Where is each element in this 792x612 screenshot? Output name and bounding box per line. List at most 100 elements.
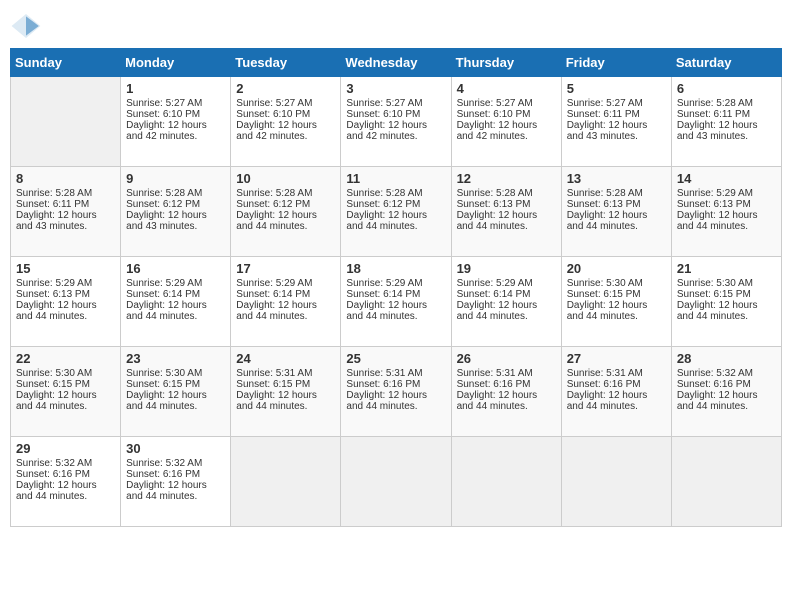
calendar-cell <box>451 437 561 527</box>
calendar-cell <box>561 437 671 527</box>
daylight-text: Daylight: 12 hours and 44 minutes. <box>457 390 538 412</box>
sunrise-text: Sunrise: 5:31 AM <box>236 368 312 379</box>
daylight-text: Daylight: 12 hours and 42 minutes. <box>346 120 427 142</box>
day-number: 18 <box>346 261 445 276</box>
daylight-text: Daylight: 12 hours and 44 minutes. <box>677 390 758 412</box>
sunrise-text: Sunrise: 5:29 AM <box>677 188 753 199</box>
sunset-text: Sunset: 6:14 PM <box>236 289 310 300</box>
day-number: 22 <box>16 351 115 366</box>
week-row-2: 8Sunrise: 5:28 AMSunset: 6:11 PMDaylight… <box>11 167 782 257</box>
day-number: 25 <box>346 351 445 366</box>
sunrise-text: Sunrise: 5:28 AM <box>16 188 92 199</box>
header-day-thursday: Thursday <box>451 49 561 77</box>
sunset-text: Sunset: 6:14 PM <box>346 289 420 300</box>
sunset-text: Sunset: 6:12 PM <box>126 199 200 210</box>
sunrise-text: Sunrise: 5:27 AM <box>346 98 422 109</box>
sunrise-text: Sunrise: 5:28 AM <box>346 188 422 199</box>
daylight-text: Daylight: 12 hours and 44 minutes. <box>567 210 648 232</box>
daylight-text: Daylight: 12 hours and 44 minutes. <box>677 210 758 232</box>
daylight-text: Daylight: 12 hours and 44 minutes. <box>236 300 317 322</box>
daylight-text: Daylight: 12 hours and 44 minutes. <box>126 300 207 322</box>
week-row-4: 22Sunrise: 5:30 AMSunset: 6:15 PMDayligh… <box>11 347 782 437</box>
daylight-text: Daylight: 12 hours and 44 minutes. <box>236 210 317 232</box>
calendar-header-row: SundayMondayTuesdayWednesdayThursdayFrid… <box>11 49 782 77</box>
day-number: 23 <box>126 351 225 366</box>
daylight-text: Daylight: 12 hours and 42 minutes. <box>126 120 207 142</box>
calendar-cell <box>341 437 451 527</box>
calendar-cell: 9Sunrise: 5:28 AMSunset: 6:12 PMDaylight… <box>121 167 231 257</box>
day-number: 1 <box>126 81 225 96</box>
page-header <box>10 10 782 42</box>
sunset-text: Sunset: 6:10 PM <box>236 109 310 120</box>
daylight-text: Daylight: 12 hours and 43 minutes. <box>16 210 97 232</box>
day-number: 4 <box>457 81 556 96</box>
daylight-text: Daylight: 12 hours and 44 minutes. <box>16 300 97 322</box>
sunset-text: Sunset: 6:15 PM <box>126 379 200 390</box>
sunset-text: Sunset: 6:15 PM <box>677 289 751 300</box>
sunset-text: Sunset: 6:10 PM <box>457 109 531 120</box>
sunrise-text: Sunrise: 5:29 AM <box>16 278 92 289</box>
calendar-cell: 27Sunrise: 5:31 AMSunset: 6:16 PMDayligh… <box>561 347 671 437</box>
sunrise-text: Sunrise: 5:31 AM <box>457 368 533 379</box>
sunset-text: Sunset: 6:16 PM <box>16 469 90 480</box>
calendar-cell: 10Sunrise: 5:28 AMSunset: 6:12 PMDayligh… <box>231 167 341 257</box>
sunrise-text: Sunrise: 5:29 AM <box>126 278 202 289</box>
calendar-cell: 2Sunrise: 5:27 AMSunset: 6:10 PMDaylight… <box>231 77 341 167</box>
day-number: 11 <box>346 171 445 186</box>
sunset-text: Sunset: 6:15 PM <box>567 289 641 300</box>
sunset-text: Sunset: 6:16 PM <box>457 379 531 390</box>
daylight-text: Daylight: 12 hours and 44 minutes. <box>457 300 538 322</box>
day-number: 8 <box>16 171 115 186</box>
calendar-cell <box>671 437 781 527</box>
calendar-cell <box>231 437 341 527</box>
day-number: 30 <box>126 441 225 456</box>
header-day-tuesday: Tuesday <box>231 49 341 77</box>
day-number: 16 <box>126 261 225 276</box>
logo-icon <box>10 10 42 42</box>
sunset-text: Sunset: 6:16 PM <box>567 379 641 390</box>
day-number: 9 <box>126 171 225 186</box>
day-number: 29 <box>16 441 115 456</box>
daylight-text: Daylight: 12 hours and 43 minutes. <box>677 120 758 142</box>
calendar-cell: 12Sunrise: 5:28 AMSunset: 6:13 PMDayligh… <box>451 167 561 257</box>
sunset-text: Sunset: 6:16 PM <box>677 379 751 390</box>
daylight-text: Daylight: 12 hours and 44 minutes. <box>567 300 648 322</box>
daylight-text: Daylight: 12 hours and 44 minutes. <box>126 480 207 502</box>
day-number: 13 <box>567 171 666 186</box>
calendar-cell: 29Sunrise: 5:32 AMSunset: 6:16 PMDayligh… <box>11 437 121 527</box>
sunrise-text: Sunrise: 5:30 AM <box>567 278 643 289</box>
sunrise-text: Sunrise: 5:31 AM <box>567 368 643 379</box>
sunset-text: Sunset: 6:12 PM <box>236 199 310 210</box>
sunset-text: Sunset: 6:11 PM <box>567 109 640 120</box>
daylight-text: Daylight: 12 hours and 44 minutes. <box>16 390 97 412</box>
sunset-text: Sunset: 6:15 PM <box>236 379 310 390</box>
daylight-text: Daylight: 12 hours and 44 minutes. <box>457 210 538 232</box>
calendar-cell: 5Sunrise: 5:27 AMSunset: 6:11 PMDaylight… <box>561 77 671 167</box>
sunrise-text: Sunrise: 5:32 AM <box>126 458 202 469</box>
sunrise-text: Sunrise: 5:27 AM <box>126 98 202 109</box>
sunrise-text: Sunrise: 5:28 AM <box>457 188 533 199</box>
daylight-text: Daylight: 12 hours and 44 minutes. <box>567 390 648 412</box>
day-number: 6 <box>677 81 776 96</box>
sunset-text: Sunset: 6:13 PM <box>16 289 90 300</box>
calendar-table: SundayMondayTuesdayWednesdayThursdayFrid… <box>10 48 782 527</box>
calendar-cell: 28Sunrise: 5:32 AMSunset: 6:16 PMDayligh… <box>671 347 781 437</box>
day-number: 10 <box>236 171 335 186</box>
sunrise-text: Sunrise: 5:29 AM <box>236 278 312 289</box>
calendar-cell: 8Sunrise: 5:28 AMSunset: 6:11 PMDaylight… <box>11 167 121 257</box>
sunrise-text: Sunrise: 5:27 AM <box>567 98 643 109</box>
calendar-cell: 21Sunrise: 5:30 AMSunset: 6:15 PMDayligh… <box>671 257 781 347</box>
calendar-cell: 24Sunrise: 5:31 AMSunset: 6:15 PMDayligh… <box>231 347 341 437</box>
calendar-cell: 20Sunrise: 5:30 AMSunset: 6:15 PMDayligh… <box>561 257 671 347</box>
day-number: 3 <box>346 81 445 96</box>
sunrise-text: Sunrise: 5:28 AM <box>677 98 753 109</box>
calendar-cell: 17Sunrise: 5:29 AMSunset: 6:14 PMDayligh… <box>231 257 341 347</box>
daylight-text: Daylight: 12 hours and 42 minutes. <box>457 120 538 142</box>
week-row-5: 29Sunrise: 5:32 AMSunset: 6:16 PMDayligh… <box>11 437 782 527</box>
sunrise-text: Sunrise: 5:30 AM <box>126 368 202 379</box>
day-number: 5 <box>567 81 666 96</box>
daylight-text: Daylight: 12 hours and 44 minutes. <box>236 390 317 412</box>
sunset-text: Sunset: 6:14 PM <box>126 289 200 300</box>
sunrise-text: Sunrise: 5:28 AM <box>126 188 202 199</box>
daylight-text: Daylight: 12 hours and 44 minutes. <box>16 480 97 502</box>
